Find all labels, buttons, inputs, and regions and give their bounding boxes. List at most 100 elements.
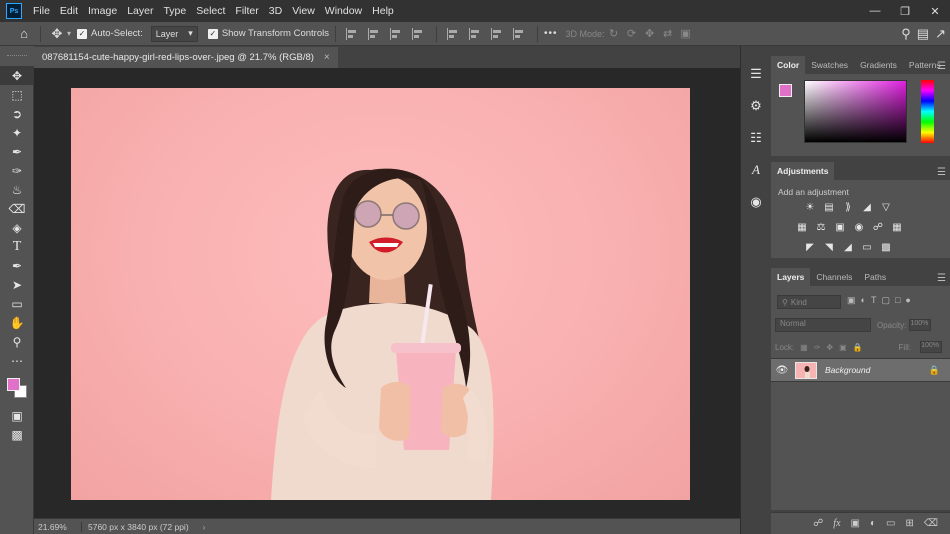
more-tools-icon[interactable]: ⋯ [0,351,34,370]
character-panel-icon[interactable]: A [742,158,770,182]
orbit-3d-icon[interactable]: ↻ [605,27,623,41]
link-layers-icon[interactable]: ☍ [813,518,823,529]
levels-icon[interactable]: ▤ [822,200,836,214]
foreground-color-swatch[interactable] [7,378,20,391]
share-icon[interactable]: ↗ [935,26,946,42]
status-menu-arrow-icon[interactable]: › [203,522,206,532]
workspace-icon[interactable]: ▤ [917,26,929,42]
curves-icon[interactable]: ⟫ [841,200,855,214]
search-icon[interactable]: ⚲ [901,26,911,42]
distribute-icon[interactable] [412,27,426,40]
glyphs-panel-icon[interactable]: ◉ [742,190,770,214]
photo-filter-icon[interactable]: ◉ [852,220,866,234]
blend-mode-dropdown[interactable]: Normal [775,318,871,332]
brightness-icon[interactable]: ☀ [803,200,817,214]
menu-layer[interactable]: Layer [122,5,158,17]
magic-wand-tool-icon[interactable]: ✦ [0,123,34,142]
color-panel-swatches[interactable] [779,84,792,97]
screen-mode-icon[interactable]: ▩ [0,425,34,444]
align-bottom-icon[interactable] [491,27,505,40]
align-left-icon[interactable] [346,27,360,40]
pen-tool-icon[interactable]: ✒ [0,256,34,275]
panel-menu-icon[interactable]: ☰ [937,167,946,178]
close-icon[interactable]: × [324,52,330,63]
menu-edit[interactable]: Edit [55,5,83,17]
properties-panel-icon[interactable]: ⚙ [742,94,770,118]
filter-shape-icon[interactable]: ▢ [881,295,890,306]
marquee-tool-icon[interactable]: ⬚ [0,85,34,104]
scale-3d-icon[interactable]: ▣ [677,27,695,41]
brush-tool-icon[interactable]: ✑ [0,161,34,180]
layer-name[interactable]: Background [825,365,870,375]
history-panel-icon[interactable]: ☰ [742,62,770,86]
black-white-icon[interactable]: ▣ [833,220,847,234]
libraries-panel-icon[interactable]: ☷ [742,126,770,150]
panel-menu-icon[interactable]: ☰ [937,61,946,72]
menu-view[interactable]: View [287,5,320,17]
paint-bucket-tool-icon[interactable]: ◈ [0,218,34,237]
tab-channels[interactable]: Channels [810,268,858,286]
filter-type-icon[interactable]: T [871,295,877,306]
fill-input[interactable]: 100% [920,341,942,353]
tab-adjustments[interactable]: Adjustments [771,162,835,180]
home-icon[interactable]: ⌂ [14,24,34,44]
lock-all-icon[interactable]: 🔒 [853,343,863,352]
document-tab[interactable]: 087681154-cute-happy-girl-red-lips-over-… [34,47,338,68]
hand-tool-icon[interactable]: ✋ [0,313,34,332]
tab-layers[interactable]: Layers [771,268,811,286]
menu-type[interactable]: Type [158,5,191,17]
lock-paint-icon[interactable]: ✑ [814,343,821,352]
move-tool-icon[interactable]: ✥ [0,66,34,85]
more-options-icon[interactable]: ••• [544,28,558,39]
tab-paths[interactable]: Paths [858,268,892,286]
hue-saturation-icon[interactable]: ▦ [795,220,809,234]
menu-help[interactable]: Help [367,5,399,17]
color-panel-foreground[interactable] [779,84,792,97]
lasso-tool-icon[interactable]: ➲ [0,104,34,123]
layer-row[interactable]: 👁 Background 🔒 [771,358,950,382]
menu-filter[interactable]: Filter [230,5,263,17]
posterize-icon[interactable]: ◥ [822,240,836,254]
vibrance-icon[interactable]: ▽ [879,200,893,214]
path-selection-tool-icon[interactable]: ➤ [0,275,34,294]
canvas-workspace[interactable] [34,68,740,518]
visibility-eye-icon[interactable]: 👁 [771,365,793,376]
lock-pixels-icon[interactable]: ▦ [800,343,808,352]
chevron-down-icon[interactable]: ▾ [67,29,71,38]
menu-window[interactable]: Window [320,5,367,17]
align-top-icon[interactable] [447,27,461,40]
color-balance-icon[interactable]: ⚖ [814,220,828,234]
menu-3d[interactable]: 3D [264,5,287,17]
move-tool-preset-icon[interactable]: ✥ [47,24,67,44]
document-image[interactable] [71,88,690,500]
channel-mixer-icon[interactable]: ☍ [871,220,885,234]
roll-3d-icon[interactable]: ⟳ [623,27,641,41]
color-swatches[interactable] [0,370,34,406]
delete-layer-icon[interactable]: ⌫ [924,518,938,529]
type-tool-icon[interactable]: T [0,237,34,256]
new-layer-icon[interactable]: ⊞ [905,518,913,529]
lock-icon[interactable]: 🔒 [929,365,940,376]
opacity-input[interactable]: 100% [909,319,932,331]
gradient-map-icon[interactable]: ▭ [860,240,874,254]
filter-toggle-icon[interactable]: ● [905,295,910,306]
menu-select[interactable]: Select [191,5,230,17]
zoom-readout[interactable]: 21.69% [34,521,82,532]
pan-3d-icon[interactable]: ✥ [641,27,659,41]
restore-icon[interactable]: ❐ [890,0,920,22]
zoom-tool-icon[interactable]: ⚲ [0,332,34,351]
tab-swatches[interactable]: Swatches [805,56,854,74]
invert-icon[interactable]: ◤ [803,240,817,254]
eyedropper-tool-icon[interactable]: ✒ [0,142,34,161]
color-picker-field[interactable] [804,80,907,143]
exposure-icon[interactable]: ◢ [860,200,874,214]
distribute-vertical-icon[interactable] [513,27,527,40]
add-mask-icon[interactable]: ▣ [851,518,860,529]
tab-gradients[interactable]: Gradients [854,56,903,74]
filter-pixel-icon[interactable]: ▣ [847,295,856,306]
layer-style-icon[interactable]: fx [833,518,840,529]
threshold-icon[interactable]: ◢ [841,240,855,254]
slide-3d-icon[interactable]: ⇄ [659,27,677,41]
filter-adjustment-icon[interactable]: ◐ [861,295,866,306]
eraser-tool-icon[interactable]: ⌫ [0,199,34,218]
